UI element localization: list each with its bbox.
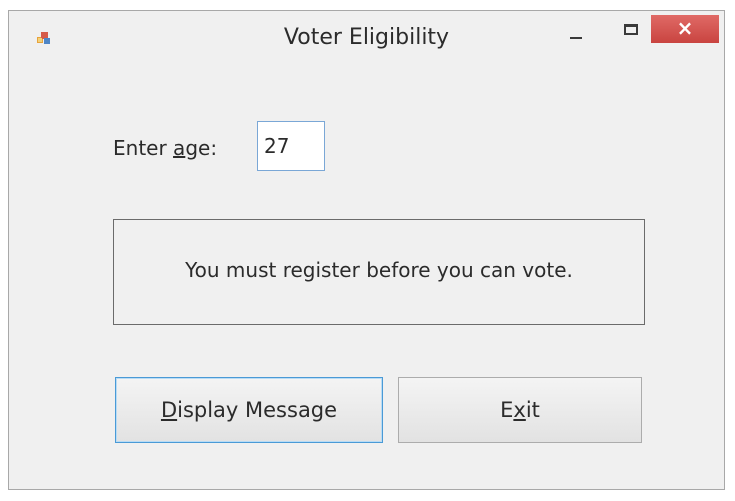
age-label: Enter age: [113,136,217,160]
display-mnemonic: D [160,398,178,422]
age-label-mnemonic: a [173,136,186,160]
age-label-suffix: ge: [185,136,218,160]
age-label-prefix: Enter [113,136,174,160]
message-box: You must register before you can vote. [113,219,645,325]
voter-eligibility-window: Voter Eligibility × Enter age: You must … [8,10,725,490]
exit-mnemonic: x [513,398,526,422]
exit-label-prefix: E [500,398,514,422]
minimize-icon [570,37,582,39]
maximize-icon [624,24,638,35]
minimize-button[interactable] [554,15,600,47]
exit-button[interactable]: Exit [398,377,642,443]
message-text: You must register before you can vote. [185,258,573,282]
display-label-rest: isplay Message [177,398,338,422]
age-input[interactable] [257,121,325,171]
close-icon: × [676,16,694,40]
close-button[interactable]: × [651,15,719,43]
maximize-button[interactable] [608,15,654,47]
exit-label-suffix: it [525,398,540,422]
title-bar[interactable]: Voter Eligibility × [9,11,724,61]
display-message-button[interactable]: Display Message [115,377,383,443]
